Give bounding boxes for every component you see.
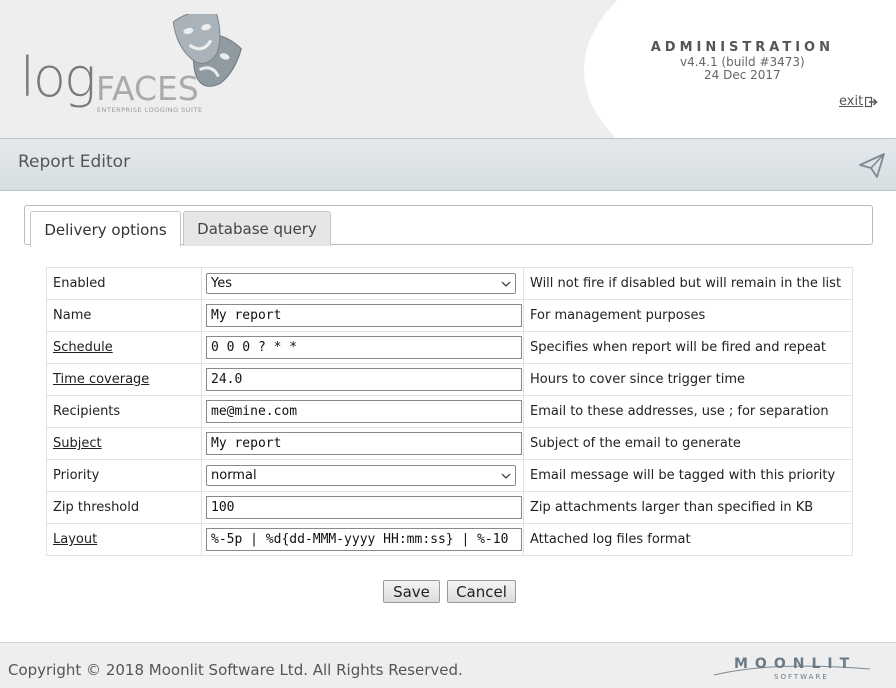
zip-threshold-input[interactable]: 100 bbox=[206, 496, 522, 519]
chevron-down-icon bbox=[501, 281, 511, 287]
moonlit-brand-sub: SOFTWARE bbox=[774, 673, 829, 681]
report-form: Enabled Yes Will not fire if disabled bu… bbox=[46, 267, 853, 556]
form-row-priority: Priority normal Email message will be ta… bbox=[46, 459, 853, 492]
form-row-zip-threshold: Zip threshold 100 Zip attachments larger… bbox=[46, 491, 853, 524]
hint-priority: Email message will be tagged with this p… bbox=[523, 459, 853, 492]
exit-icon bbox=[865, 96, 878, 107]
build-date: 24 Dec 2017 bbox=[704, 68, 781, 82]
tab-delivery-options[interactable]: Delivery options bbox=[30, 211, 181, 247]
priority-select[interactable]: normal bbox=[206, 465, 516, 486]
copyright-text: Copyright © 2018 Moonlit Software Ltd. A… bbox=[8, 661, 463, 679]
send-icon[interactable] bbox=[858, 151, 886, 179]
recipients-input[interactable]: me@mine.com bbox=[206, 400, 522, 423]
form-row-recipients: Recipients me@mine.com Email to these ad… bbox=[46, 395, 853, 428]
hint-name: For management purposes bbox=[523, 299, 853, 332]
field-label-name: Name bbox=[46, 299, 202, 332]
subject-input[interactable]: My report bbox=[206, 432, 522, 455]
form-row-schedule: Schedule 0 0 0 ? * * Specifies when repo… bbox=[46, 331, 853, 364]
form-row-enabled: Enabled Yes Will not fire if disabled bu… bbox=[46, 267, 853, 300]
time-coverage-input[interactable]: 24.0 bbox=[206, 368, 522, 391]
hint-zip-threshold: Zip attachments larger than specified in… bbox=[523, 491, 853, 524]
field-label-zip-threshold: Zip threshold bbox=[46, 491, 202, 524]
form-row-time-coverage: Time coverage 24.0 Hours to cover since … bbox=[46, 363, 853, 396]
chevron-down-icon bbox=[501, 473, 511, 479]
layout-help-link[interactable]: Layout bbox=[46, 523, 202, 556]
schedule-input[interactable]: 0 0 0 ? * * bbox=[206, 336, 522, 359]
logo-text-log: log bbox=[20, 46, 96, 109]
form-row-layout: Layout %-5p | %d{dd-MMM-yyyy HH:mm:ss} |… bbox=[46, 523, 853, 556]
page-title: Report Editor bbox=[18, 152, 131, 172]
version-label: v4.4.1 (build #3473) bbox=[679, 55, 805, 69]
hint-layout: Attached log files format bbox=[523, 523, 853, 556]
subject-help-link[interactable]: Subject bbox=[46, 427, 202, 460]
admin-info: ADMINISTRATION v4.4.1 (build #3473) 24 D… bbox=[651, 40, 834, 82]
editor-titlebar: Report Editor bbox=[0, 138, 896, 191]
tab-bar: Delivery options Database query bbox=[24, 205, 873, 247]
schedule-help-link[interactable]: Schedule bbox=[46, 331, 202, 364]
exit-link[interactable]: exit bbox=[839, 94, 878, 109]
hint-recipients: Email to these addresses, use ; for sepa… bbox=[523, 395, 853, 428]
enabled-select-value: Yes bbox=[211, 276, 232, 291]
logfaces-logo: log FACES ENTERPRISE LOGGING SUITE bbox=[20, 14, 260, 120]
time-coverage-help-link[interactable]: Time coverage bbox=[46, 363, 202, 396]
app-header: log FACES ENTERPRISE LOGGING SUITE ADMIN… bbox=[0, 0, 896, 138]
enabled-select[interactable]: Yes bbox=[206, 273, 516, 294]
layout-input[interactable]: %-5p | %d{dd-MMM-yyyy HH:mm:ss} | %-10 bbox=[206, 528, 522, 551]
hint-subject: Subject of the email to generate bbox=[523, 427, 853, 460]
moonlit-brand: MOONLIT bbox=[734, 656, 857, 672]
hint-time-coverage: Hours to cover since trigger time bbox=[523, 363, 853, 396]
form-row-subject: Subject My report Subject of the email t… bbox=[46, 427, 853, 460]
field-label-recipients: Recipients bbox=[46, 395, 202, 428]
exit-label: exit bbox=[839, 94, 864, 109]
form-row-name: Name My report For management purposes bbox=[46, 299, 853, 332]
moonlit-logo: MOONLIT SOFTWARE bbox=[712, 655, 872, 685]
cancel-button[interactable]: Cancel bbox=[447, 580, 516, 603]
priority-select-value: normal bbox=[211, 468, 257, 483]
hint-enabled: Will not fire if disabled but will remai… bbox=[523, 267, 853, 300]
save-button[interactable]: Save bbox=[383, 580, 440, 603]
field-label-enabled: Enabled bbox=[46, 267, 202, 300]
app-footer: Copyright © 2018 Moonlit Software Ltd. A… bbox=[0, 642, 896, 688]
hint-schedule: Specifies when report will be fired and … bbox=[523, 331, 853, 364]
admin-title: ADMINISTRATION bbox=[650, 40, 834, 55]
logo-tagline: ENTERPRISE LOGGING SUITE bbox=[97, 106, 203, 114]
tab-database-query[interactable]: Database query bbox=[183, 211, 331, 246]
field-label-priority: Priority bbox=[46, 459, 202, 492]
logo-text-faces: FACES bbox=[96, 69, 199, 108]
name-input[interactable]: My report bbox=[206, 304, 522, 327]
